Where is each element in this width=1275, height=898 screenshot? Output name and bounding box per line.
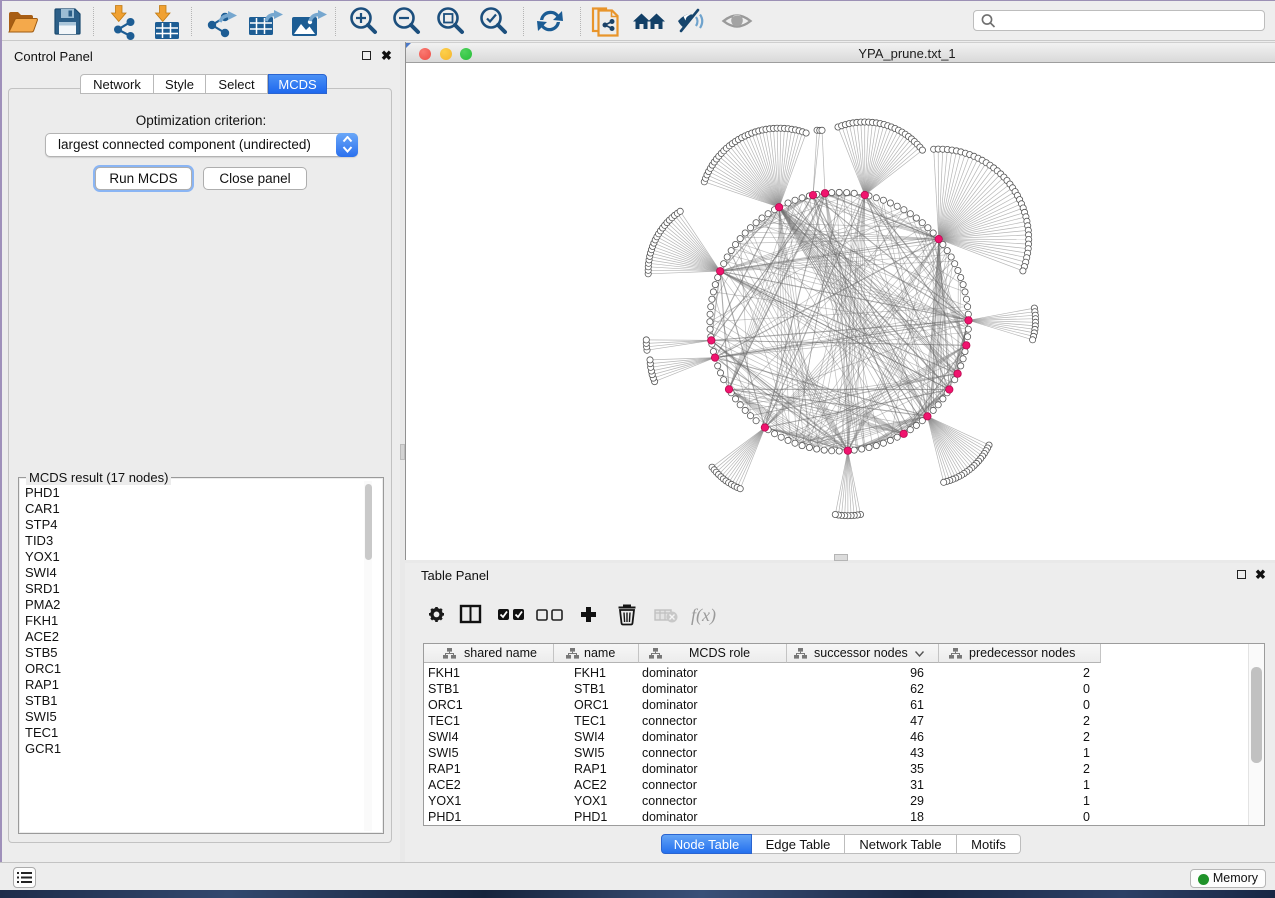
svg-text:f(x): f(x)	[691, 605, 716, 626]
